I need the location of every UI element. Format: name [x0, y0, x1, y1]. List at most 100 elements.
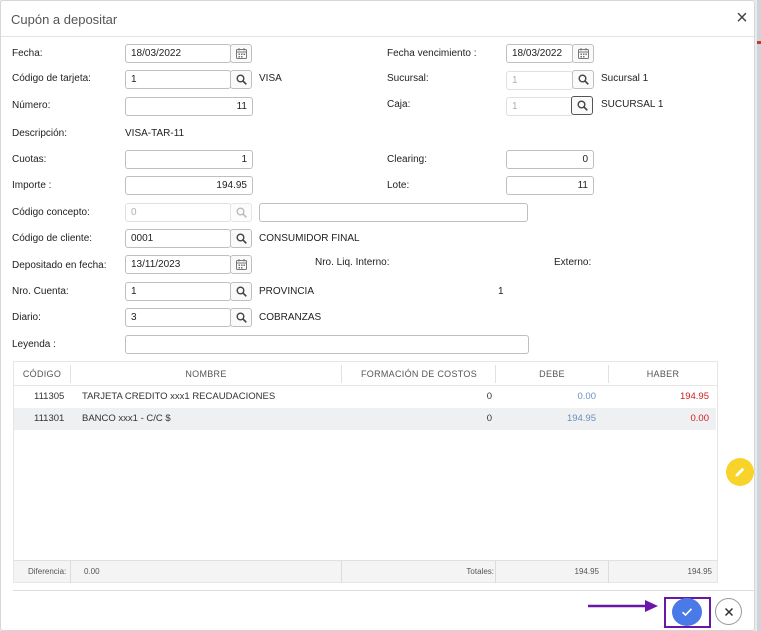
codigo-cliente-desc: CONSUMIDOR FINAL	[259, 233, 360, 244]
fecha-vencimiento-calendar-button[interactable]	[572, 44, 594, 63]
fecha-label: Fecha:	[12, 48, 43, 59]
sucursal-input: 1	[506, 71, 573, 90]
codigo-cliente-input[interactable]: 0001	[125, 229, 231, 248]
cell-haber: 0.00	[690, 413, 710, 424]
codigo-concepto-input: 0	[125, 203, 231, 222]
cupon-dialog: Cupón a depositar × Fecha: 18/03/2022 Fe…	[0, 0, 756, 631]
cell-formacion: 0	[486, 413, 492, 424]
confirm-button[interactable]	[672, 598, 702, 626]
nro-cuenta-label: Nro. Cuenta:	[12, 286, 69, 297]
codigo-cliente-label: Código de cliente:	[12, 233, 93, 244]
footer-separator	[70, 561, 71, 583]
diferencia-value: 0.00	[84, 567, 100, 576]
edit-button[interactable]	[726, 458, 754, 486]
total-haber: 194.95	[687, 567, 712, 576]
numero-input[interactable]: 11	[125, 97, 253, 116]
codigo-tarjeta-desc: VISA	[259, 73, 282, 84]
search-icon	[236, 286, 247, 297]
sucursal-label: Sucursal:	[387, 73, 429, 84]
dialog-title: Cupón a depositar	[11, 12, 118, 27]
table-row[interactable]: 111301 BANCO xxx1 - C/C $ 0 194.95 0.00	[14, 408, 716, 430]
descripcion-label: Descripción:	[12, 128, 68, 139]
search-icon	[578, 74, 589, 85]
cancel-button[interactable]	[715, 598, 742, 625]
nro-liq-interno-label: Nro. Liq. Interno:	[315, 257, 390, 268]
diferencia-label: Diferencia:	[28, 567, 67, 576]
dialog-header: Cupón a depositar ×	[1, 1, 754, 37]
depositado-fecha-input[interactable]: 13/11/2023	[125, 255, 231, 274]
calendar-icon	[235, 259, 247, 270]
fecha-calendar-button[interactable]	[230, 44, 252, 63]
search-icon	[236, 233, 247, 244]
codigo-cliente-search-button[interactable]	[230, 229, 252, 248]
column-header-nombre[interactable]: NOMBRE	[71, 362, 341, 386]
search-icon	[236, 312, 247, 323]
sucursal-desc: Sucursal 1	[601, 73, 649, 84]
nro-cuenta-input[interactable]: 1	[125, 282, 231, 301]
clearing-label: Clearing:	[387, 154, 428, 165]
externo-label: Externo:	[554, 257, 592, 268]
numero-label: Número:	[12, 100, 51, 111]
cuotas-label: Cuotas:	[12, 154, 47, 165]
cell-haber: 194.95	[679, 391, 709, 402]
diario-search-button[interactable]	[230, 308, 252, 327]
cell-debe: 194.95	[566, 413, 596, 424]
importe-input[interactable]: 194.95	[125, 176, 253, 195]
codigo-concepto-search-button	[230, 203, 252, 222]
search-icon	[236, 74, 247, 85]
leyenda-label: Leyenda :	[12, 339, 56, 350]
nro-cuenta-desc: PROVINCIA	[259, 286, 315, 297]
codigo-tarjeta-search-button[interactable]	[230, 70, 252, 89]
codigo-tarjeta-label: Código de tarjeta:	[12, 73, 91, 84]
table-row[interactable]: 111305 TARJETA CREDITO xxx1 RECAUDACIONE…	[14, 386, 716, 408]
grid-footer: Diferencia: 0.00 Totales: 194.95 194.95	[14, 560, 717, 583]
cuotas-input[interactable]: 1	[125, 150, 253, 169]
importe-label: Importe :	[12, 180, 52, 191]
depositado-fecha-calendar-button[interactable]	[230, 255, 252, 274]
column-header-codigo[interactable]: CÓDIGO	[14, 362, 70, 386]
cell-debe: 0.00	[577, 391, 597, 402]
close-dialog-button[interactable]: ×	[733, 7, 751, 29]
check-icon	[681, 608, 693, 617]
diario-desc: COBRANZAS	[259, 312, 322, 323]
grid-header: CÓDIGO NOMBRE FORMACIÓN DE COSTOS DEBE H…	[14, 362, 717, 386]
arrow-right-icon	[588, 600, 658, 612]
asientos-grid: CÓDIGO NOMBRE FORMACIÓN DE COSTOS DEBE H…	[13, 361, 718, 583]
cell-nombre: BANCO xxx1 - C/C $	[82, 413, 171, 424]
background-edge	[757, 0, 761, 631]
cell-codigo: 111301	[34, 413, 65, 424]
clearing-input[interactable]: 0	[506, 150, 594, 169]
diario-input[interactable]: 3	[125, 308, 231, 327]
fecha-vencimiento-input[interactable]: 18/03/2022	[506, 44, 573, 63]
close-icon	[724, 607, 733, 616]
codigo-concepto-desc-input[interactable]	[259, 203, 528, 222]
caja-desc: SUCURSAL 1	[601, 99, 664, 110]
codigo-tarjeta-input[interactable]: 1	[125, 70, 231, 89]
background-accent	[757, 41, 761, 44]
totales-label: Totales:	[466, 567, 494, 576]
column-header-haber[interactable]: HABER	[609, 362, 717, 386]
pencil-icon	[735, 467, 745, 477]
column-header-formacion[interactable]: FORMACIÓN DE COSTOS	[342, 362, 496, 386]
descripcion-value: VISA-TAR-11	[125, 128, 185, 139]
nro-cuenta-extra: 1	[498, 286, 504, 297]
column-header-debe[interactable]: DEBE	[496, 362, 608, 386]
nro-cuenta-search-button[interactable]	[230, 282, 252, 301]
lote-label: Lote:	[387, 180, 410, 191]
search-icon	[577, 100, 588, 111]
cell-nombre: TARJETA CREDITO xxx1 RECAUDACIONES	[82, 391, 276, 402]
depositado-fecha-label: Depositado en fecha:	[12, 260, 107, 271]
sucursal-search-button[interactable]	[572, 70, 594, 89]
calendar-icon	[235, 48, 247, 59]
lote-input[interactable]: 11	[506, 176, 594, 195]
caja-search-button[interactable]	[571, 96, 593, 115]
total-debe: 194.95	[574, 567, 599, 576]
fecha-input[interactable]: 18/03/2022	[125, 44, 231, 63]
leyenda-input[interactable]	[125, 335, 529, 354]
cell-codigo: 111305	[34, 391, 65, 402]
caja-input: 1	[506, 97, 573, 116]
footer-divider	[13, 590, 756, 591]
calendar-icon	[577, 48, 589, 59]
codigo-concepto-label: Código concepto:	[12, 207, 90, 218]
search-icon	[236, 207, 247, 218]
